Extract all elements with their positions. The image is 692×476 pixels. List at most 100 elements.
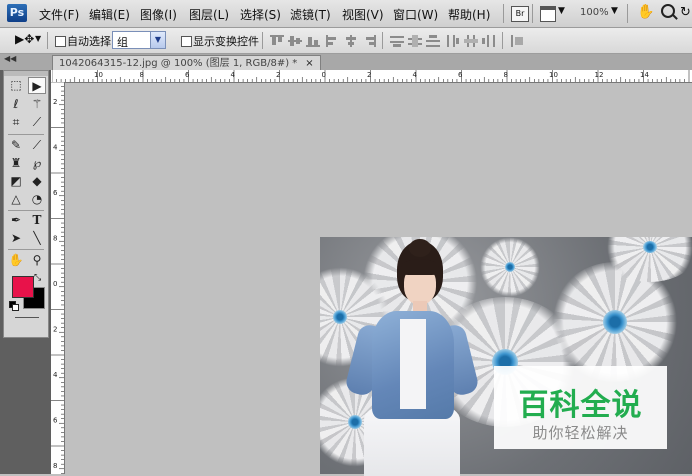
hand-tool-icon[interactable]: ✋ bbox=[7, 252, 25, 269]
options-bar: ▶✥ ▼ 自动选择: 组 ▼ 显示变换控件 bbox=[0, 28, 692, 54]
ruler-tick-label: 8 bbox=[140, 71, 144, 79]
menu-file[interactable]: 文件(F) bbox=[39, 6, 79, 23]
ruler-tick-label: 6 bbox=[53, 189, 58, 197]
pen-tool-icon[interactable]: ✒ bbox=[7, 212, 25, 229]
crop-tool-icon[interactable]: ⌗ bbox=[7, 114, 25, 131]
move-tool-preset-icon[interactable]: ▶✥ bbox=[15, 32, 34, 46]
align-horizontal-centers-icon[interactable] bbox=[344, 35, 358, 47]
person-figure bbox=[343, 239, 481, 476]
chevron-down-icon[interactable]: ▼ bbox=[35, 34, 41, 43]
ruler-ticks: 2 4 6 8 0 2 4 6 8 bbox=[51, 82, 64, 474]
bridge-button[interactable]: Br bbox=[511, 6, 529, 22]
menu-help[interactable]: 帮助(H) bbox=[448, 6, 490, 23]
distribute-left-edges-icon[interactable] bbox=[446, 35, 460, 47]
menu-image[interactable]: 图像(I) bbox=[140, 6, 177, 23]
close-icon[interactable]: × bbox=[305, 58, 313, 69]
show-transform-checkbox[interactable] bbox=[181, 36, 192, 47]
line-tool-icon[interactable]: ╲ bbox=[28, 230, 46, 247]
horizontal-ruler: 10 8 6 4 2 0 2 4 6 8 10 12 14 bbox=[52, 70, 692, 83]
separator bbox=[503, 4, 504, 23]
blur-tool-icon[interactable]: △ bbox=[7, 191, 25, 208]
ruler-tick-label: 4 bbox=[53, 371, 58, 379]
distribute-right-edges-icon[interactable] bbox=[482, 35, 496, 47]
ruler-tick-label: 8 bbox=[53, 235, 57, 243]
distribute-top-edges-icon[interactable] bbox=[390, 35, 404, 47]
separator bbox=[47, 32, 48, 49]
document-tab[interactable]: 1042064315-12.jpg @ 100% (图层 1, RGB/8#) … bbox=[52, 55, 321, 71]
ruler-tick-label: 10 bbox=[549, 71, 558, 79]
ruler-tick-label: 0 bbox=[322, 71, 326, 79]
select-value: 组 bbox=[117, 36, 128, 49]
align-left-edges-icon[interactable] bbox=[326, 35, 340, 47]
panel-grip[interactable] bbox=[4, 71, 48, 76]
path-selection-tool-icon[interactable]: ➤ bbox=[7, 230, 25, 247]
clone-stamp-tool-icon[interactable]: ♜ bbox=[7, 155, 25, 172]
watermark-subtitle: 助你轻松解决 bbox=[532, 424, 629, 442]
separator bbox=[627, 4, 628, 23]
screen-mode-icon[interactable] bbox=[540, 6, 556, 22]
document-tab-title: 1042064315-12.jpg @ 100% (图层 1, RGB/8#) … bbox=[59, 58, 298, 69]
brush-tool-icon[interactable]: ⟋ bbox=[28, 137, 46, 154]
dodge-tool-icon[interactable]: ◔ bbox=[28, 191, 46, 208]
distribute-horizontal-centers-icon[interactable] bbox=[464, 35, 478, 47]
menu-edit[interactable]: 编辑(E) bbox=[89, 6, 130, 23]
ruler-tick-label: 6 bbox=[458, 71, 463, 79]
tools-panel: ⬚ ▶ ℓ ⚚ ⌗ ⟋ ✎ ⟋ ♜ ℘ ◩ ◆ △ ◔ ✒ T ➤ ╲ ✋ ⚲ … bbox=[3, 70, 49, 338]
history-brush-tool-icon[interactable]: ℘ bbox=[28, 155, 46, 172]
auto-select-label: 自动选择: bbox=[67, 35, 115, 48]
auto-align-layers-icon[interactable] bbox=[510, 35, 524, 47]
ruler-tick-label: 2 bbox=[367, 71, 371, 79]
zoom-tool-icon[interactable]: ⚲ bbox=[28, 252, 46, 269]
ruler-tick-label: 2 bbox=[53, 98, 57, 106]
align-top-edges-icon[interactable] bbox=[270, 35, 284, 47]
ruler-tick-label: 0 bbox=[53, 280, 57, 288]
separator bbox=[382, 32, 383, 49]
align-bottom-edges-icon[interactable] bbox=[306, 35, 320, 47]
daisy-flower bbox=[480, 237, 540, 297]
eraser-tool-icon[interactable]: ◩ bbox=[7, 173, 25, 190]
zoom-icon[interactable] bbox=[661, 4, 675, 18]
lasso-tool-icon[interactable]: ℓ bbox=[7, 96, 25, 113]
magic-wand-tool-icon[interactable]: ⚚ bbox=[28, 96, 46, 113]
move-tool-icon[interactable]: ▶ bbox=[28, 77, 46, 94]
separator bbox=[8, 210, 44, 211]
chevron-down-icon[interactable]: ▼ bbox=[558, 6, 565, 16]
ruler-tick-label: 8 bbox=[504, 71, 508, 79]
swap-colors-icon[interactable]: ⤡ bbox=[34, 273, 41, 283]
type-tool-icon[interactable]: T bbox=[28, 212, 46, 229]
photoshop-logo: Ps bbox=[7, 4, 27, 22]
hair-bangs bbox=[401, 259, 439, 275]
align-right-edges-icon[interactable] bbox=[362, 35, 376, 47]
distribute-bottom-edges-icon[interactable] bbox=[426, 35, 440, 47]
vertical-ruler: 2 4 6 8 0 2 4 6 8 bbox=[51, 82, 65, 474]
distribute-vertical-centers-icon[interactable] bbox=[408, 35, 422, 47]
auto-select-checkbox[interactable] bbox=[55, 36, 66, 47]
menu-layer[interactable]: 图层(L) bbox=[189, 6, 229, 23]
auto-select-target-select[interactable]: 组 ▼ bbox=[112, 31, 166, 49]
zoom-level[interactable]: 100% bbox=[580, 7, 609, 18]
watermark-badge: 百科全说 助你轻松解决 bbox=[494, 366, 667, 449]
toolbox: ⬚ ▶ ℓ ⚚ ⌗ ⟋ ✎ ⟋ ♜ ℘ ◩ ◆ △ ◔ ✒ T ➤ ╲ ✋ ⚲ … bbox=[0, 70, 51, 474]
marquee-tool-icon[interactable]: ⬚ bbox=[7, 77, 25, 94]
show-transform-label: 显示变换控件 bbox=[193, 35, 259, 48]
menu-select[interactable]: 选择(S) bbox=[240, 6, 281, 23]
default-colors-icon[interactable] bbox=[9, 301, 19, 311]
quick-mask-mode-button[interactable] bbox=[15, 317, 39, 318]
collapse-panel-icon[interactable]: ◀◀ bbox=[4, 54, 16, 63]
ruler-tick-label: 6 bbox=[53, 417, 58, 425]
menu-window[interactable]: 窗口(W) bbox=[393, 6, 438, 23]
rotate-view-icon[interactable]: ↻ bbox=[680, 5, 691, 20]
eyedropper-tool-icon[interactable]: ⟋ bbox=[28, 114, 46, 131]
align-vertical-centers-icon[interactable] bbox=[288, 35, 302, 47]
chevron-down-icon[interactable]: ▼ bbox=[611, 6, 618, 16]
hand-icon[interactable]: ✋ bbox=[637, 4, 654, 20]
healing-brush-tool-icon[interactable]: ✎ bbox=[7, 137, 25, 154]
menu-filter[interactable]: 滤镜(T) bbox=[290, 6, 331, 23]
chevron-down-icon[interactable]: ▼ bbox=[150, 32, 165, 48]
menu-view[interactable]: 视图(V) bbox=[342, 6, 384, 23]
separator bbox=[8, 134, 44, 135]
document-tab-bar: ◀◀ 1042064315-12.jpg @ 100% (图层 1, RGB/8… bbox=[0, 54, 692, 71]
paint-bucket-tool-icon[interactable]: ◆ bbox=[28, 173, 46, 190]
ruler-tick-label: 6 bbox=[185, 71, 190, 79]
foreground-color-swatch[interactable] bbox=[12, 276, 34, 298]
